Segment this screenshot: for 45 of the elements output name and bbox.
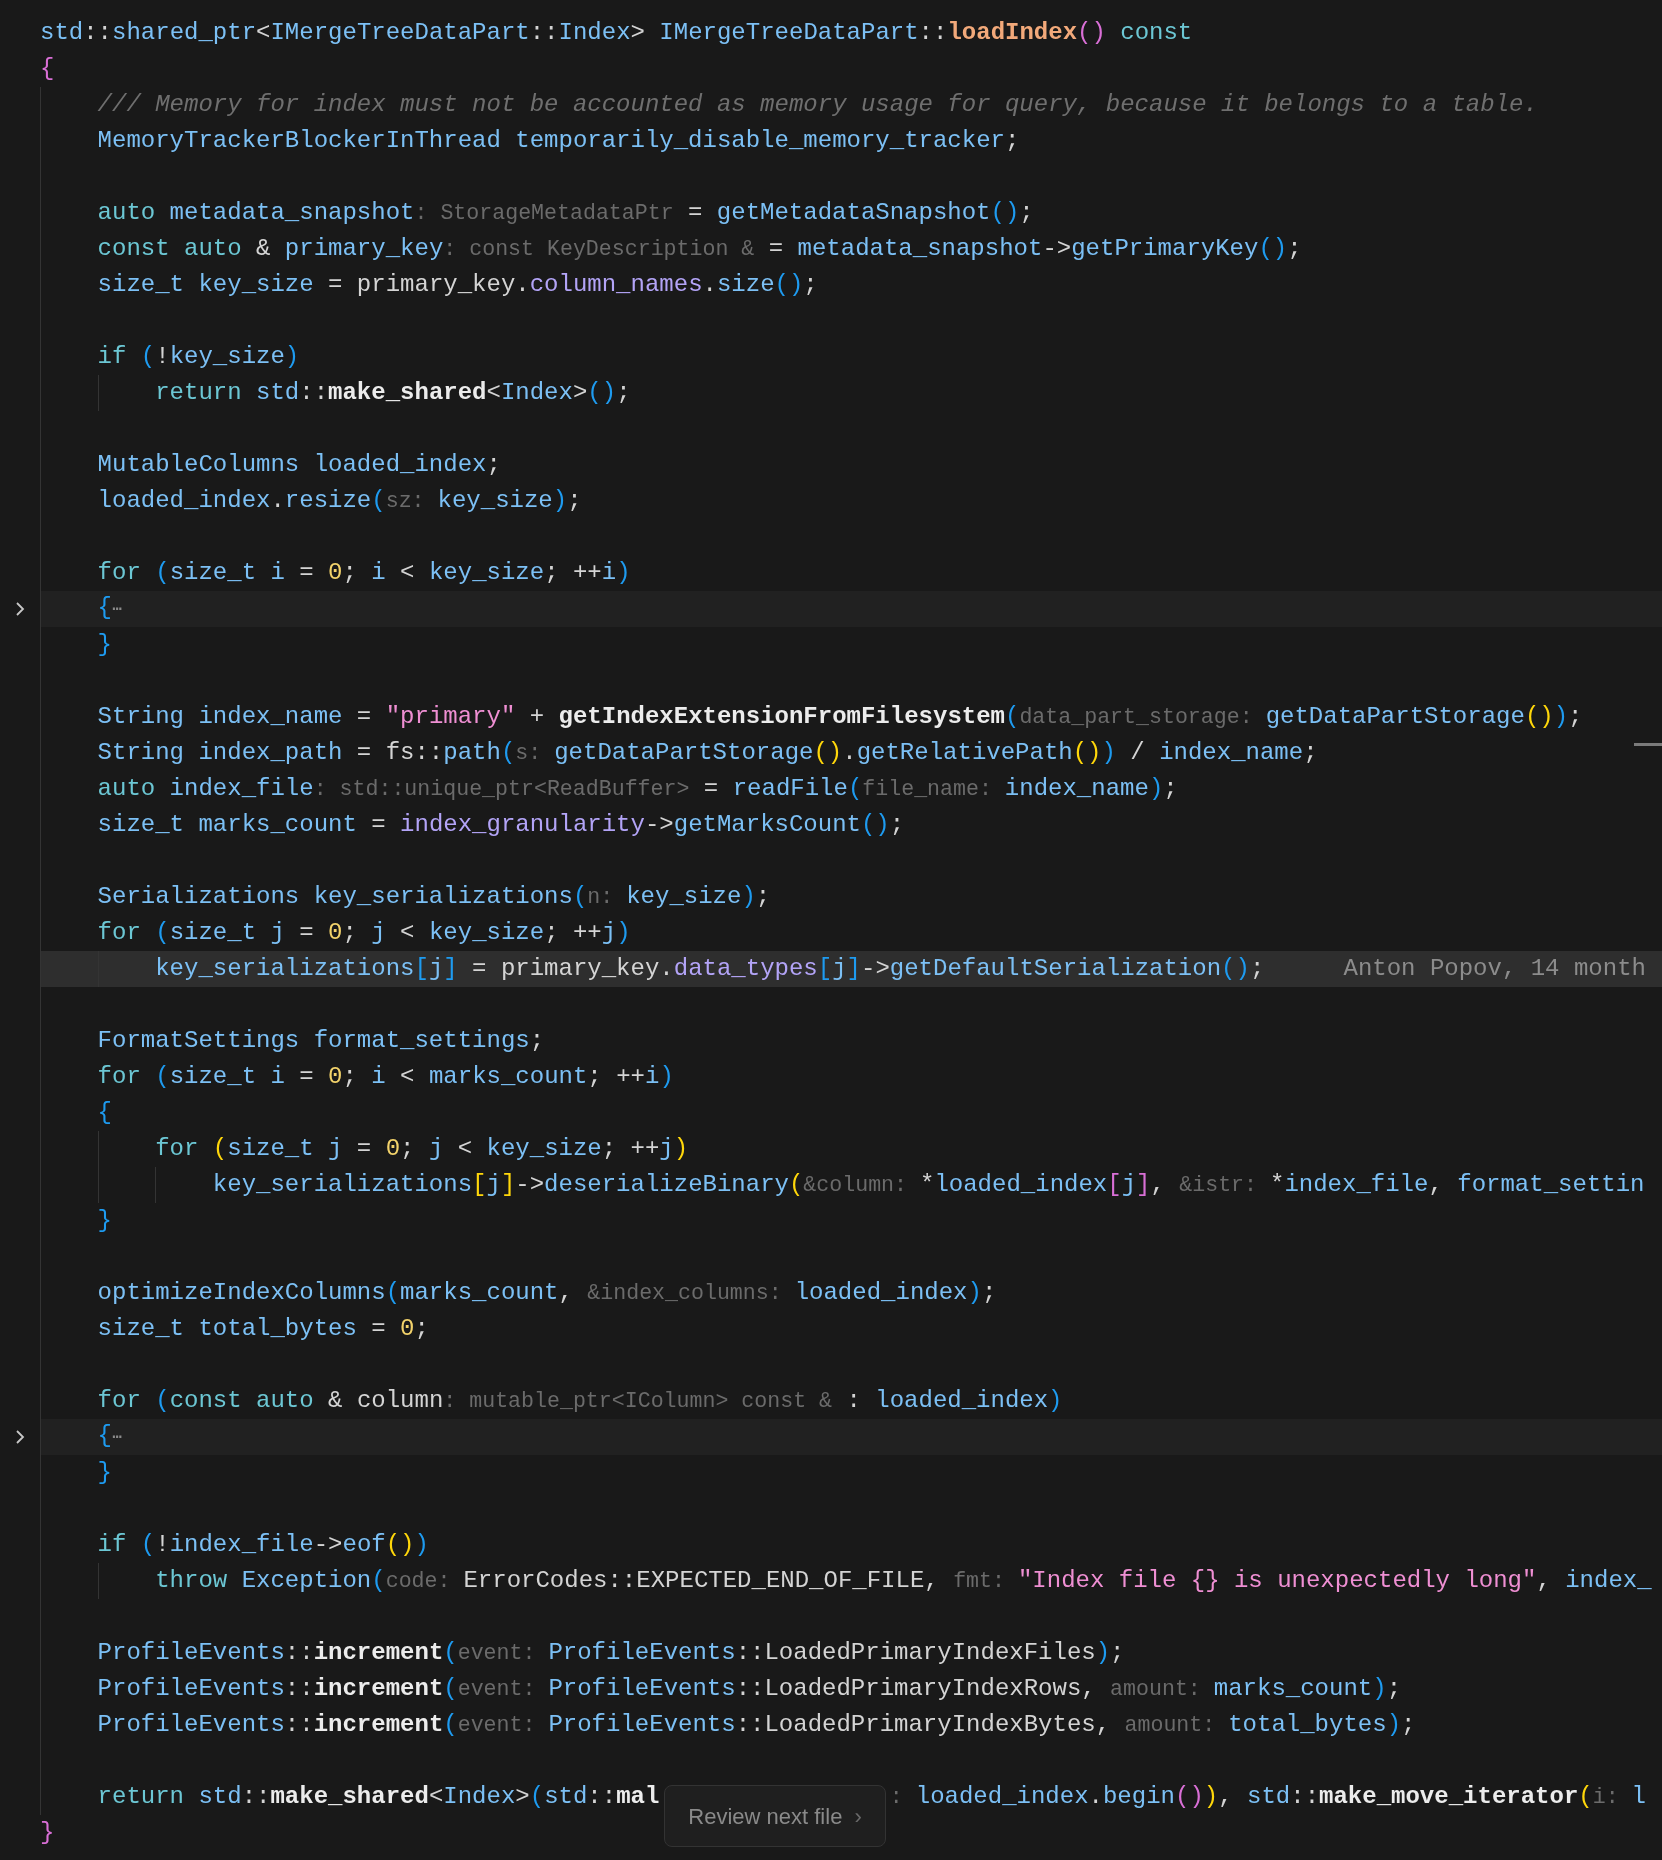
code-line: for (size_t i = 0; i < marks_count; ++i) — [96, 1062, 674, 1092]
code-line: std::shared_ptr<IMergeTreeDataPart::Index> IMergeTreeDataPart::loadIndex() const — [40, 18, 1193, 48]
code-line: ProfileEvents::increment(event: ProfileEvents::LoadedPrimaryIndexFiles); — [96, 1638, 1125, 1668]
code-line: size_t total_bytes = 0; — [96, 1314, 429, 1344]
expand-chevron-icon[interactable] — [14, 600, 26, 618]
code-line: for (size_t j = 0; j < key_size; ++j) — [96, 918, 631, 948]
code-line: size_t key_size = primary_key.column_names.size(); — [96, 270, 818, 300]
code-line: key_serializations[j]->deserializeBinary(&column: *loaded_index[j], &istr: *index_file, format_settin — [211, 1170, 1645, 1200]
code-line: : loaded_index.begin()), std::make_move_iterator(i: l — [889, 1782, 1646, 1812]
code-line: } — [96, 1458, 112, 1488]
code-line: for (const auto & column: mutable_ptr<IColumn> const & : loaded_index) — [96, 1386, 1063, 1416]
code-line: key_serializations[j] = primary_key.data_types[j]->getDefaultSerialization(); — [154, 954, 1265, 984]
code-line: for (size_t i = 0; i < key_size; ++i) — [96, 558, 631, 588]
code-line: { — [96, 1098, 112, 1128]
code-line: ProfileEvents::increment(event: ProfileEvents::LoadedPrimaryIndexBytes, amount: total_bytes); — [96, 1710, 1416, 1740]
code-line: optimizeIndexColumns(marks_count, &index_columns: loaded_index); — [96, 1278, 997, 1308]
code-line: loaded_index.resize(sz: key_size); — [96, 486, 582, 516]
code-line: auto metadata_snapshot: StorageMetadataPtr = getMetadataSnapshot(); — [96, 198, 1034, 228]
code-line: const auto & primary_key: const KeyDescription & = metadata_snapshot->getPrimaryKey(); — [96, 234, 1302, 264]
review-next-file-button[interactable]: Review next file › — [664, 1785, 886, 1847]
code-line: } — [96, 630, 112, 660]
code-line: } — [40, 1818, 55, 1848]
code-line: return std::make_shared<Index>(std::mal — [96, 1782, 660, 1812]
scrollbar-marker — [1634, 743, 1662, 746]
code-line: Serializations key_serializations(n: key_size); — [96, 882, 771, 912]
code-line: if (!index_file->eof()) — [96, 1530, 429, 1560]
code-line: return std::make_shared<Index>(); — [154, 378, 631, 408]
code-line: String index_path = fs::path(s: getDataPartStorage().getRelativePath()) / index_name; — [96, 738, 1318, 768]
code-line: {⋯ — [96, 593, 123, 623]
code-line: } — [96, 1206, 112, 1236]
code-line: MutableColumns loaded_index; — [96, 450, 501, 480]
code-line: auto index_file: std::unique_ptr<ReadBuffer> = readFile(file_name: index_name); — [96, 774, 1178, 804]
code-line: ProfileEvents::increment(event: ProfileEvents::LoadedPrimaryIndexRows, amount: marks_count); — [96, 1674, 1402, 1704]
expand-chevron-icon[interactable] — [14, 1428, 26, 1446]
code-line: for (size_t j = 0; j < key_size; ++j) — [154, 1134, 689, 1164]
blame-annotation: Anton Popov, 14 month — [1343, 954, 1646, 984]
code-line: throw Exception(code: ErrorCodes::EXPECTED_END_OF_FILE, fmt: "Index file {} is unexpectedly long", index_ — [154, 1566, 1652, 1596]
code-line: /// Memory for index must not be accounted as memory usage for query, because it belongs to a table. — [96, 90, 1538, 120]
code-line: { — [40, 54, 55, 84]
code-line: MemoryTrackerBlockerInThread temporarily_disable_memory_tracker; — [96, 126, 1020, 156]
code-line: String index_name = "primary" + getIndexExtensionFromFilesystem(data_part_storage: getDataPartStorage()); — [96, 702, 1583, 732]
code-line: {⋯ — [96, 1421, 123, 1451]
code-line: FormatSettings format_settings; — [96, 1026, 545, 1056]
code-line: if (!key_size) — [96, 342, 300, 372]
code-line: size_t marks_count = index_granularity->getMarksCount(); — [96, 810, 905, 840]
